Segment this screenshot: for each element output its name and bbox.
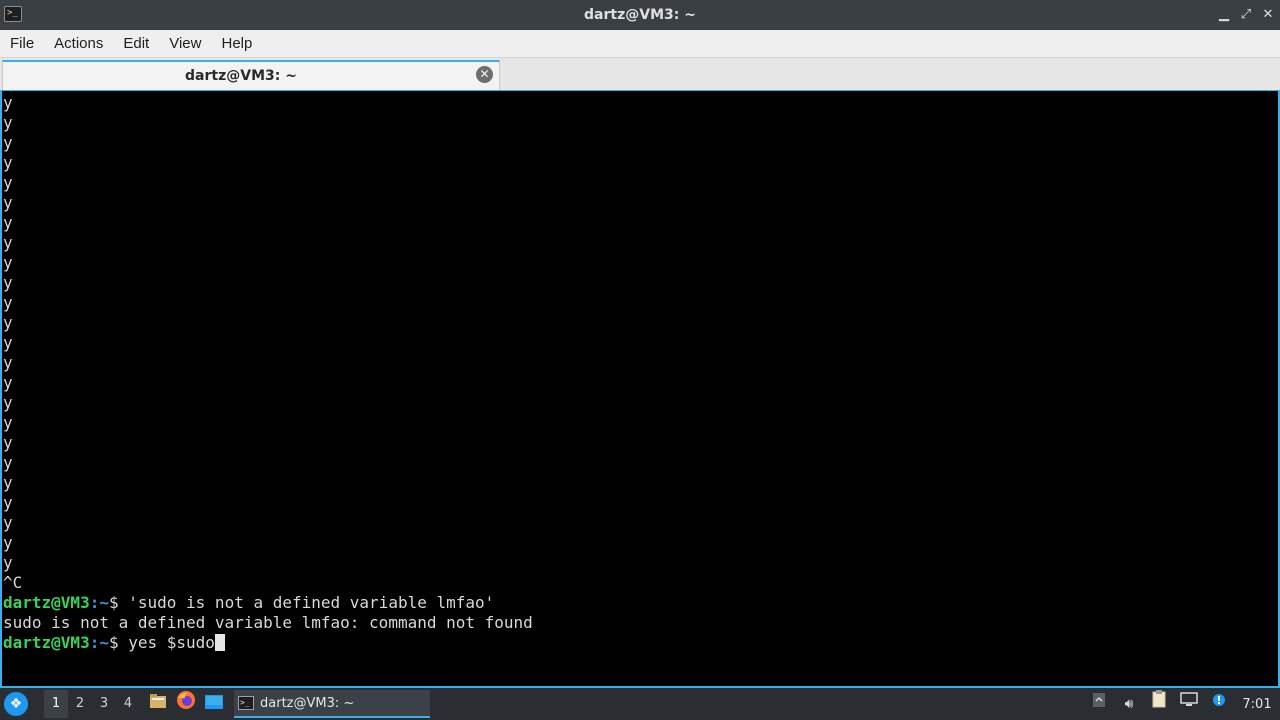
prompt-symbol: $ (108, 633, 129, 652)
minimize-icon[interactable]: ▁ (1214, 5, 1234, 25)
text-cursor (214, 634, 225, 651)
terminal-output-line: y (3, 453, 13, 472)
terminal-output-line: y (3, 93, 13, 112)
terminal-output-line: y (3, 213, 13, 232)
terminal-output-line: y (3, 373, 13, 392)
kde-start-icon[interactable]: ❖ (4, 692, 28, 716)
prompt-user-host: dartz@VM3 (3, 593, 90, 612)
tab-bar: dartz@VM3: ~ ✕ (0, 58, 1280, 90)
terminal-prompt-line: dartz@VM3:~$ 'sudo is not a defined vari… (3, 593, 533, 613)
prompt-path: :~ (89, 593, 109, 612)
command-input: 'sudo is not a defined variable lmfao' (128, 593, 495, 612)
terminal-output-line: y (3, 473, 13, 492)
prompt-symbol: $ (108, 593, 129, 612)
terminal-output-line: y (3, 393, 13, 412)
taskbar: ❖ 1 2 3 4 >_ dartz@VM3: ~ 🔊︎ 7:01 (0, 688, 1280, 720)
terminal-output-line: y (3, 193, 13, 212)
menu-file[interactable]: File (0, 30, 44, 58)
firefox-icon[interactable] (172, 690, 200, 718)
terminal-output-line: y (3, 253, 13, 272)
menu-bar: File Actions Edit View Help (0, 30, 1280, 58)
terminal-output-line: y (3, 533, 13, 552)
tab-terminal[interactable]: dartz@VM3: ~ ✕ (2, 60, 500, 90)
maximize-icon[interactable]: ⤢ (1236, 5, 1256, 25)
terminal-output-line: y (3, 333, 13, 352)
notification-icon[interactable] (1204, 688, 1234, 720)
terminal-output-line: y (3, 153, 13, 172)
terminal-output-line: y (3, 293, 13, 312)
task-window-label: dartz@VM3: ~ (260, 695, 355, 711)
terminal-output-line: y (3, 313, 13, 332)
task-window-terminal[interactable]: >_ dartz@VM3: ~ (234, 690, 430, 718)
terminal-output-line: y (3, 493, 13, 512)
command-output-line: sudo is not a defined variable lmfao: co… (3, 613, 533, 632)
desktop-4[interactable]: 4 (116, 690, 140, 718)
terminal-output-line: y (3, 553, 13, 572)
menu-view[interactable]: View (159, 30, 211, 58)
menu-help[interactable]: Help (211, 30, 262, 58)
command-input: yes $sudo (128, 633, 215, 652)
desktop-3[interactable]: 3 (92, 690, 116, 718)
menu-edit[interactable]: Edit (113, 30, 159, 58)
tab-close-icon[interactable]: ✕ (476, 66, 493, 83)
terminal-output-line: y (3, 513, 13, 532)
terminal-output-line: y (3, 133, 13, 152)
system-tray: 🔊︎ 7:01 (1084, 688, 1280, 720)
network-icon[interactable] (1174, 688, 1204, 720)
terminal-output-line: y (3, 413, 13, 432)
terminal-output-line: y (3, 173, 13, 192)
desktop-2[interactable]: 2 (68, 690, 92, 718)
terminal-output-line: y (3, 353, 13, 372)
terminal-icon: >_ (238, 696, 254, 710)
prompt-user-host: dartz@VM3 (3, 633, 90, 652)
terminal-output-line: y (3, 113, 13, 132)
desktop-1[interactable]: 1 (44, 690, 68, 718)
window-title: dartz@VM3: ~ (584, 7, 696, 23)
prompt-path: :~ (89, 633, 109, 652)
terminal-prompt-line: dartz@VM3:~$ yes $sudo (3, 633, 533, 653)
file-manager-icon[interactable] (144, 690, 172, 718)
terminal-output-line: y (3, 433, 13, 452)
tray-expand-icon[interactable] (1084, 688, 1114, 720)
show-desktop-icon[interactable] (200, 690, 228, 718)
terminal-output-line: y (3, 273, 13, 292)
close-icon[interactable]: ✕ (1258, 5, 1278, 25)
terminal-app-icon[interactable]: >_ (4, 6, 22, 22)
menu-actions[interactable]: Actions (44, 30, 113, 58)
terminal-output-line: y (3, 233, 13, 252)
clipboard-icon[interactable] (1144, 688, 1174, 720)
volume-icon[interactable]: 🔊︎ (1114, 688, 1144, 720)
window-titlebar[interactable]: >_ dartz@VM3: ~ ▁ ⤢ ✕ (0, 0, 1280, 30)
terminal-output-line: ^C (3, 573, 23, 592)
terminal-output: y y y y y y y y y y y y y y y y y y y y y y y y ^C dartz@VM3:~$ '… (3, 93, 533, 653)
terminal-view[interactable]: y y y y y y y y y y y y y y y y y y y y y y y y ^C dartz@VM3:~$ '… (0, 90, 1280, 688)
clock[interactable]: 7:01 (1234, 697, 1280, 712)
tab-label: dartz@VM3: ~ (185, 68, 297, 84)
